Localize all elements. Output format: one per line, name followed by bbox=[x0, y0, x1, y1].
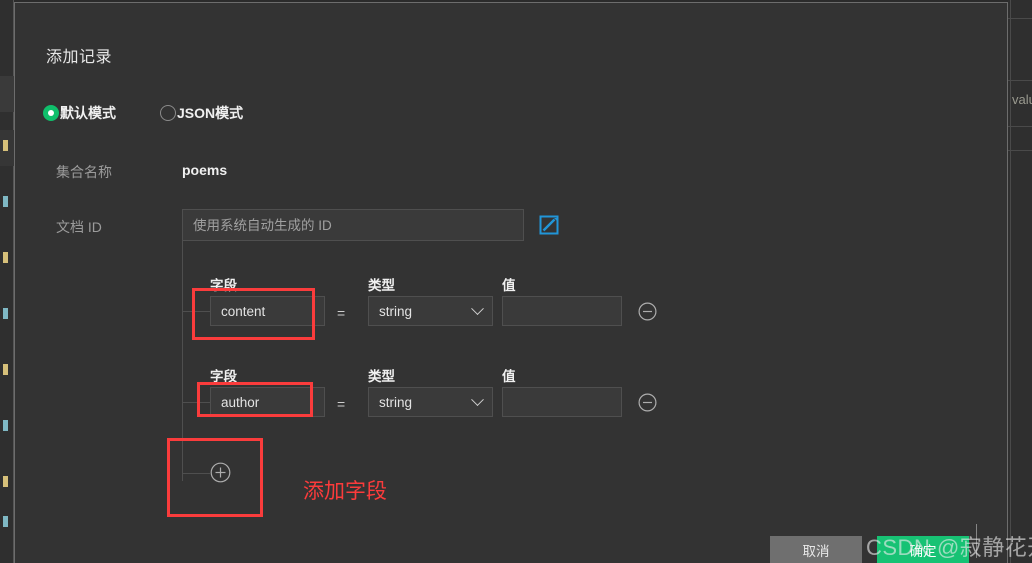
tree-branch-2 bbox=[182, 402, 210, 403]
document-id-input[interactable] bbox=[182, 209, 524, 241]
column-header-value-2: 值 bbox=[502, 369, 516, 384]
chevron-down-icon bbox=[471, 301, 484, 315]
radio-unselected-icon bbox=[160, 105, 176, 121]
field-type-select-2[interactable]: string bbox=[368, 387, 493, 417]
field-type-select-1[interactable]: string bbox=[368, 296, 493, 326]
background-right-panel bbox=[1008, 0, 1032, 563]
field-type-value-2: string bbox=[379, 394, 413, 410]
tree-branch-1 bbox=[182, 311, 210, 312]
cancel-button[interactable]: 取消 bbox=[770, 536, 862, 563]
background-left-strip bbox=[0, 0, 14, 563]
radio-default-mode-label: 默认模式 bbox=[60, 105, 116, 121]
equals-sign-1: = bbox=[337, 305, 346, 321]
edit-pencil-icon[interactable] bbox=[539, 215, 559, 235]
field-type-value-1: string bbox=[379, 303, 413, 319]
column-header-value-1: 值 bbox=[502, 278, 516, 293]
column-header-type-1: 类型 bbox=[368, 278, 395, 293]
radio-json-mode-label: JSON模式 bbox=[177, 105, 244, 121]
tree-branch-3 bbox=[182, 473, 210, 474]
chevron-down-icon bbox=[471, 392, 484, 406]
field-value-input-2[interactable] bbox=[502, 387, 622, 417]
field-name-input-2[interactable] bbox=[210, 387, 325, 417]
confirm-button[interactable]: 确定 bbox=[877, 536, 969, 563]
radio-default-mode[interactable]: 默认模式 bbox=[43, 103, 116, 123]
field-value-input-1[interactable] bbox=[502, 296, 622, 326]
column-header-field-2: 字段 bbox=[210, 369, 237, 384]
screen: value 添加记录 默认模式 JSON模式 集合名称 poems 文档 ID bbox=[0, 0, 1032, 563]
radio-json-mode[interactable]: JSON模式 bbox=[160, 103, 243, 123]
field-name-input-1[interactable] bbox=[210, 296, 325, 326]
column-header-field-1: 字段 bbox=[210, 278, 237, 293]
minus-circle-icon-1[interactable] bbox=[638, 302, 657, 321]
add-record-dialog: 添加记录 默认模式 JSON模式 集合名称 poems 文档 ID 使用系统自动… bbox=[14, 2, 1008, 563]
column-header-type-2: 类型 bbox=[368, 369, 395, 384]
collection-name-value: poems bbox=[182, 162, 228, 178]
collection-name-label: 集合名称 bbox=[56, 164, 112, 180]
document-id-label: 文档 ID bbox=[56, 219, 102, 235]
plus-circle-icon[interactable] bbox=[210, 462, 231, 483]
minus-circle-icon-2[interactable] bbox=[638, 393, 657, 412]
equals-sign-2: = bbox=[337, 396, 346, 412]
background-column-header: value bbox=[1012, 92, 1032, 107]
tree-vertical-line bbox=[182, 241, 183, 481]
dialog-title: 添加记录 bbox=[46, 49, 113, 66]
mode-radio-group: 默认模式 JSON模式 bbox=[43, 103, 243, 123]
background-column-separator bbox=[1010, 0, 1011, 563]
radio-selected-icon bbox=[43, 105, 59, 121]
